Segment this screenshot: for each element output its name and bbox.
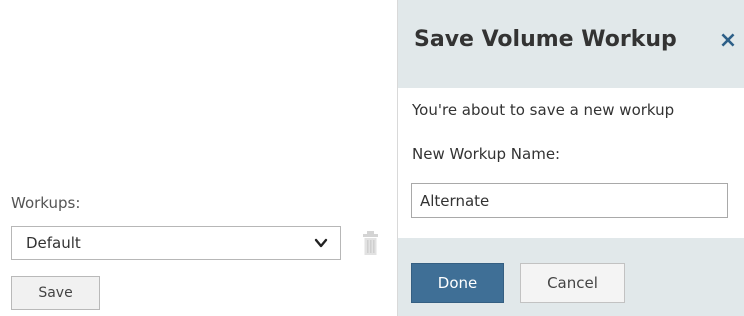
workup-name-label: New Workup Name: xyxy=(412,145,561,163)
cancel-button[interactable]: Cancel xyxy=(520,263,625,303)
dialog-message: You're about to save a new workup xyxy=(412,101,675,119)
close-icon[interactable]: × xyxy=(717,27,739,55)
workups-select-value: Default xyxy=(26,234,81,252)
dialog-title: Save Volume Workup xyxy=(414,27,677,52)
workup-name-input[interactable] xyxy=(411,183,728,218)
chevron-down-icon xyxy=(314,238,328,248)
save-workup-dialog: Save Volume Workup × You're about to sav… xyxy=(397,0,744,316)
dialog-header: Save Volume Workup × xyxy=(398,0,744,88)
trash-icon[interactable] xyxy=(362,230,379,256)
done-button[interactable]: Done xyxy=(411,263,504,303)
dialog-footer: Done Cancel xyxy=(398,238,744,316)
save-button[interactable]: Save xyxy=(11,276,100,310)
workups-select[interactable]: Default xyxy=(11,226,341,260)
workups-label: Workups: xyxy=(11,194,81,212)
